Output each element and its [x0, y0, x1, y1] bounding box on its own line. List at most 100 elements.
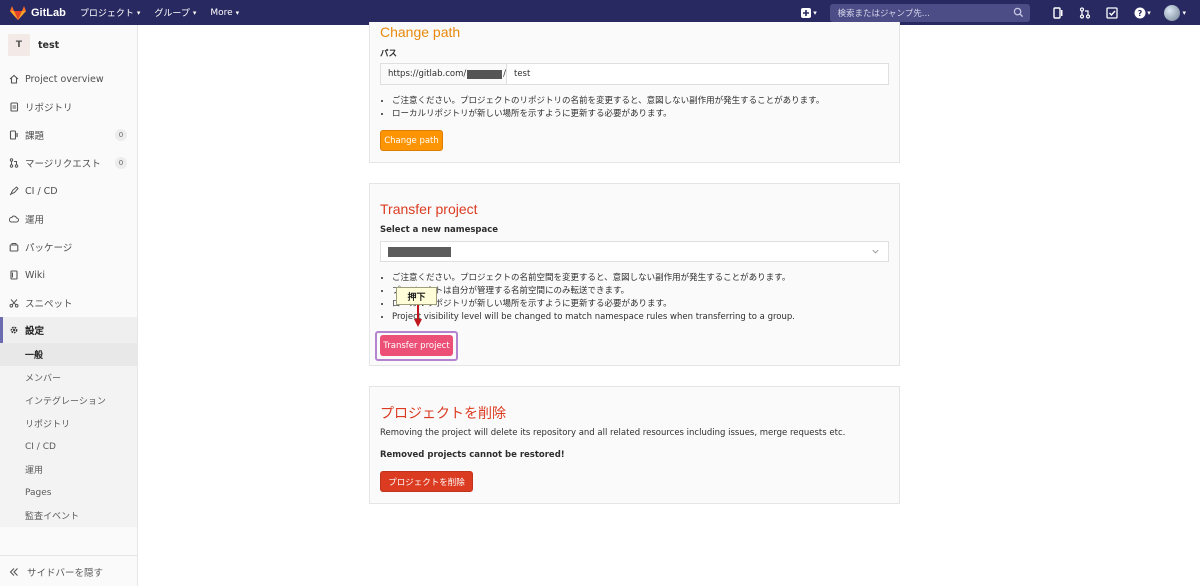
todo-check-icon [1106, 6, 1119, 19]
project-header[interactable]: T test [0, 25, 137, 65]
sidebar-subitem-general[interactable]: 一般 [0, 343, 137, 366]
project-name: test [38, 39, 60, 51]
sidebar-item-merge-requests[interactable]: マージリクエスト 0 [0, 149, 137, 177]
groups-menu[interactable]: グループ ▾ [154, 6, 197, 20]
chevron-down-icon: ▾ [1182, 8, 1186, 17]
sidebar-item-label: CI / CD [25, 185, 58, 197]
home-icon [9, 74, 19, 84]
user-avatar[interactable] [1164, 4, 1181, 21]
issues-count-badge: 0 [115, 129, 127, 141]
sidebar-subitem-ci-cd[interactable]: CI / CD [0, 435, 137, 458]
sidebar-subitem-operations[interactable]: 運用 [0, 458, 137, 481]
sidebar-item-label: 設定 [25, 326, 45, 337]
redacted-namespace [467, 69, 503, 79]
delete-warning: Removed projects cannot be restored! [380, 450, 565, 460]
sidebar-subitem-pages[interactable]: Pages [0, 481, 137, 504]
sidebar-subitem-audit-events[interactable]: 監査イベント [0, 504, 137, 527]
settings-group: 設定 一般 メンバー インテグレーション リポジトリ CI / CD 運用 Pa… [0, 317, 137, 527]
sidebar-divider [0, 555, 137, 556]
sidebar-subitem-members[interactable]: メンバー [0, 366, 137, 389]
transfer-notes: ご注意ください。プロジェクトの名前空間を変更すると、意図しない副作用が発生するこ… [392, 272, 795, 324]
redacted-namespace-value [388, 246, 451, 257]
change-path-button[interactable]: Change path [380, 130, 443, 151]
merge-request-icon [9, 158, 19, 168]
search-icon [1014, 7, 1024, 17]
chevron-down-icon: ▾ [1147, 8, 1151, 17]
sidebar-item-label: リポジトリ [25, 103, 73, 114]
help-nav-button[interactable]: ? ▾ [1132, 6, 1152, 20]
issues-icon [9, 130, 18, 140]
new-dropdown-button[interactable]: ▾ [798, 6, 818, 20]
annotation-callout: 押下 [396, 287, 437, 305]
sidebar-subitem-integrations[interactable]: インテグレーション [0, 389, 137, 412]
note-item: ご注意ください。プロジェクトの名前空間を変更すると、意図しない副作用が発生するこ… [392, 272, 795, 285]
projects-menu-label: プロジェクト [79, 9, 134, 19]
sidebar-item-wiki[interactable]: Wiki [0, 261, 137, 289]
issues-icon [1053, 6, 1063, 19]
transfer-project-button[interactable]: Transfer project [380, 335, 453, 356]
path-label: パス [380, 49, 398, 59]
sidebar-item-repository[interactable]: リポジトリ [0, 93, 137, 121]
delete-project-button[interactable]: プロジェクトを削除 [380, 471, 473, 492]
package-icon [9, 243, 19, 252]
url-prefix: https://gitlab.com/ / [380, 63, 507, 85]
sidebar-item-label: Wiki [25, 269, 45, 281]
collapse-sidebar-button[interactable]: サイドバーを隠す [9, 565, 103, 579]
change-path-notes: ご注意ください。プロジェクトのリポジトリの名前を変更すると、意図しない副作用が発… [392, 95, 824, 121]
chevron-down-icon: ▾ [235, 8, 240, 17]
svg-text:?: ? [1138, 9, 1143, 18]
collapse-sidebar-label: サイドバーを隠す [27, 568, 104, 579]
search-placeholder: 検索またはジャンプ先... [837, 8, 930, 19]
merge-requests-count-badge: 0 [115, 157, 127, 169]
change-path-panel: Change path パス https://gitlab.com/ / tes… [369, 22, 900, 163]
gitlab-home-link[interactable]: GitLab [10, 5, 66, 20]
chevron-down-icon: ▾ [813, 8, 817, 17]
project-avatar: T [8, 34, 30, 56]
namespace-select[interactable] [380, 241, 889, 262]
gear-icon [10, 326, 18, 334]
cloud-icon [9, 215, 19, 223]
sidebar-item-label: マージリクエスト [25, 159, 101, 170]
transfer-project-title: Transfer project [380, 201, 478, 217]
note-item: プロジェクトは自分が管理する名前空間にのみ転送できます。 [392, 285, 795, 298]
sidebar-item-packages[interactable]: パッケージ [0, 233, 137, 261]
path-input[interactable]: test [506, 63, 889, 85]
sidebar-item-label: Project overview [25, 73, 104, 85]
note-item: Project visibility level will be changed… [392, 311, 795, 324]
sidebar-item-label: 課題 [25, 131, 45, 142]
issues-nav-button[interactable] [1051, 6, 1065, 20]
plus-square-icon [801, 7, 812, 18]
transfer-project-panel: Transfer project Select a new namespace … [369, 183, 900, 366]
sidebar-item-ci-cd[interactable]: CI / CD [0, 177, 137, 205]
doc-icon [10, 102, 19, 112]
sidebar-item-snippets[interactable]: スニペット [0, 289, 137, 317]
sidebar-item-label: 運用 [25, 215, 45, 226]
merge-requests-nav-button[interactable] [1078, 6, 1092, 20]
sidebar-item-settings[interactable]: 設定 [0, 317, 137, 343]
projects-menu[interactable]: プロジェクト ▾ [79, 6, 141, 20]
sidebar-item-operations[interactable]: 運用 [0, 205, 137, 233]
scissors-icon [9, 299, 19, 308]
project-sidebar: T test Project overview リポジトリ 課題 0 マージリク… [0, 25, 138, 586]
change-path-title: Change path [380, 24, 461, 40]
sidebar-item-project-overview[interactable]: Project overview [0, 65, 137, 93]
double-chevron-left-icon [9, 568, 18, 576]
note-item: ローカルリポジトリが新しい場所を示すように更新する必要があります。 [392, 108, 824, 121]
annotation-arrow-icon [414, 305, 422, 327]
brand-name: GitLab [31, 6, 66, 19]
sidebar-item-label: スニペット [25, 299, 73, 310]
more-menu[interactable]: More ▾ [210, 8, 239, 18]
more-menu-label: More [210, 7, 233, 18]
search-input[interactable]: 検索またはジャンプ先... [830, 3, 1031, 22]
todos-nav-button[interactable] [1105, 6, 1119, 20]
url-prefix-start: https://gitlab.com/ [388, 69, 467, 79]
chevron-down-icon: ▾ [136, 8, 141, 17]
help-icon: ? [1134, 7, 1146, 18]
sidebar-subitem-repository[interactable]: リポジトリ [0, 412, 137, 435]
sidebar-item-issues[interactable]: 課題 0 [0, 121, 137, 149]
delete-project-title: プロジェクトを削除 [380, 405, 506, 421]
note-item: ご注意ください。プロジェクトのリポジトリの名前を変更すると、意図しない副作用が発… [392, 95, 824, 108]
groups-menu-label: グループ [154, 9, 190, 19]
chevron-down-icon: ▾ [192, 8, 197, 17]
delete-description: Removing the project will delete its rep… [380, 428, 846, 438]
